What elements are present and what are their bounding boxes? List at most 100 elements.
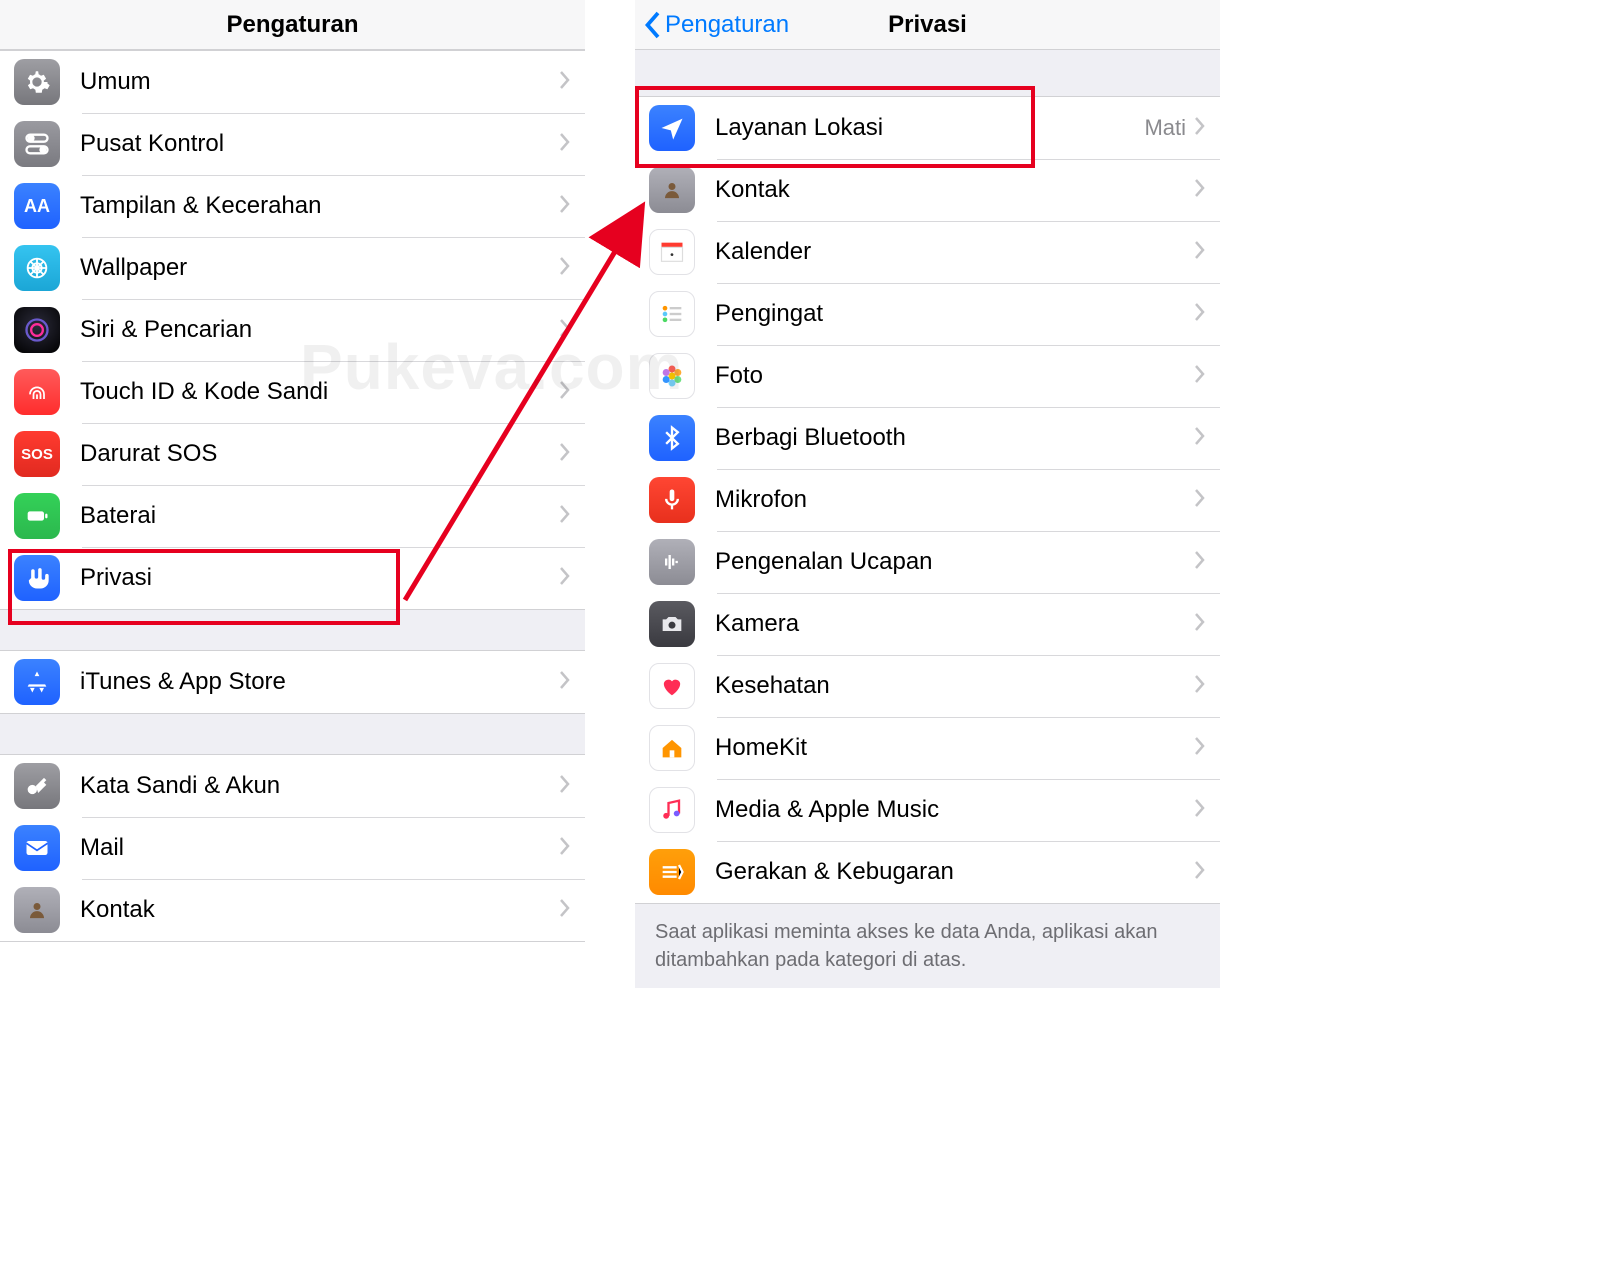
row-label: Baterai — [80, 502, 559, 530]
reminders-icon — [649, 291, 695, 337]
pane-gap — [585, 0, 635, 1287]
svg-text:•: • — [670, 249, 674, 261]
battery-icon — [14, 493, 60, 539]
chevron-right-icon — [1194, 550, 1206, 575]
mail-icon — [14, 825, 60, 871]
row-label: Touch ID & Kode Sandi — [80, 378, 559, 406]
row-touchid[interactable]: Touch ID & Kode Sandi — [0, 361, 585, 423]
settings-group-3: Kata Sandi & Akun Mail Kontak — [0, 754, 585, 942]
row-kontak-left[interactable]: Kontak — [0, 879, 585, 941]
row-label: Siri & Pencarian — [80, 316, 559, 344]
group-spacer — [635, 50, 1220, 96]
group-spacer — [0, 714, 585, 754]
row-wallpaper[interactable]: Wallpaper — [0, 237, 585, 299]
chevron-right-icon — [1194, 302, 1206, 327]
group-spacer — [0, 610, 585, 650]
gear-icon — [14, 59, 60, 105]
row-label: Tampilan & Kecerahan — [80, 192, 559, 220]
row-kalender[interactable]: • Kalender — [635, 221, 1220, 283]
row-itunes[interactable]: iTunes & App Store — [0, 651, 585, 713]
chevron-right-icon — [1194, 426, 1206, 451]
row-label: Kontak — [80, 896, 559, 924]
row-mail[interactable]: Mail — [0, 817, 585, 879]
row-foto[interactable]: Foto — [635, 345, 1220, 407]
chevron-right-icon — [1194, 860, 1206, 885]
row-sandi[interactable]: Kata Sandi & Akun — [0, 755, 585, 817]
chevron-right-icon — [559, 670, 571, 695]
chevron-right-icon — [559, 318, 571, 343]
text-size-icon: AA — [14, 183, 60, 229]
chevron-right-icon — [559, 256, 571, 281]
row-sos[interactable]: SOS Darurat SOS — [0, 423, 585, 485]
chevron-right-icon — [1194, 116, 1206, 141]
row-label: Wallpaper — [80, 254, 559, 282]
hand-icon — [14, 555, 60, 601]
left-title: Pengaturan — [226, 11, 358, 39]
row-label: Privasi — [80, 564, 559, 592]
chevron-right-icon — [1194, 612, 1206, 637]
music-icon — [649, 787, 695, 833]
sos-icon: SOS — [14, 431, 60, 477]
row-mikrofon[interactable]: Mikrofon — [635, 469, 1220, 531]
chevron-right-icon — [1194, 364, 1206, 389]
back-label: Pengaturan — [665, 11, 789, 39]
row-bluetooth[interactable]: Berbagi Bluetooth — [635, 407, 1220, 469]
row-label: Mikrofon — [715, 486, 1194, 514]
chevron-right-icon — [1194, 736, 1206, 761]
row-value: Mati — [1144, 115, 1186, 141]
row-siri[interactable]: Siri & Pencarian — [0, 299, 585, 361]
key-icon — [14, 763, 60, 809]
row-gerakan[interactable]: Gerakan & Kebugaran — [635, 841, 1220, 903]
siri-icon — [14, 307, 60, 353]
calendar-icon: • — [649, 229, 695, 275]
row-tampilan[interactable]: AA Tampilan & Kecerahan — [0, 175, 585, 237]
row-label: Pengenalan Ucapan — [715, 548, 1194, 576]
waveform-icon — [649, 539, 695, 585]
row-label: Media & Apple Music — [715, 796, 1194, 824]
row-ucapan[interactable]: Pengenalan Ucapan — [635, 531, 1220, 593]
chevron-right-icon — [1194, 240, 1206, 265]
chevron-right-icon — [559, 898, 571, 923]
contacts-icon — [649, 167, 695, 213]
row-kontak[interactable]: Kontak — [635, 159, 1220, 221]
row-umum[interactable]: Umum — [0, 51, 585, 113]
chevron-right-icon — [559, 380, 571, 405]
row-kamera[interactable]: Kamera — [635, 593, 1220, 655]
row-label: Layanan Lokasi — [715, 114, 1144, 142]
privacy-footer-note: Saat aplikasi meminta akses ke data Anda… — [635, 904, 1220, 988]
chevron-right-icon — [559, 566, 571, 591]
chevron-right-icon — [1194, 488, 1206, 513]
back-button[interactable]: Pengaturan — [643, 0, 789, 50]
chevron-right-icon — [559, 194, 571, 219]
row-kesehatan[interactable]: Kesehatan — [635, 655, 1220, 717]
settings-group-1: Umum Pusat Kontrol AA Tampilan & Kecerah… — [0, 50, 585, 610]
chevron-right-icon — [1194, 798, 1206, 823]
row-label: Berbagi Bluetooth — [715, 424, 1194, 452]
row-baterai[interactable]: Baterai — [0, 485, 585, 547]
row-media[interactable]: Media & Apple Music — [635, 779, 1220, 841]
row-label: HomeKit — [715, 734, 1194, 762]
location-icon — [649, 105, 695, 151]
privacy-group: Layanan Lokasi Mati Kontak • Kalender — [635, 96, 1220, 904]
fingerprint-icon — [14, 369, 60, 415]
chevron-right-icon — [559, 774, 571, 799]
row-pengingat[interactable]: Pengingat — [635, 283, 1220, 345]
chevron-right-icon — [559, 836, 571, 861]
row-label: iTunes & App Store — [80, 668, 559, 696]
motion-icon — [649, 849, 695, 895]
chevron-right-icon — [559, 442, 571, 467]
row-pusat-kontrol[interactable]: Pusat Kontrol — [0, 113, 585, 175]
row-label: Kontak — [715, 176, 1194, 204]
chevron-right-icon — [559, 504, 571, 529]
right-title: Privasi — [888, 11, 967, 39]
row-privasi[interactable]: Privasi — [0, 547, 585, 609]
row-homekit[interactable]: HomeKit — [635, 717, 1220, 779]
settings-pane: Pengaturan Umum Pusat Kontrol AA Tampil — [0, 0, 585, 1287]
chevron-right-icon — [559, 132, 571, 157]
privacy-pane: Pengaturan Privasi Layanan Lokasi Mati K… — [635, 0, 1220, 1287]
bluetooth-icon — [649, 415, 695, 461]
chevron-right-icon — [1194, 178, 1206, 203]
row-label: Darurat SOS — [80, 440, 559, 468]
row-lokasi[interactable]: Layanan Lokasi Mati — [635, 97, 1220, 159]
wallpaper-icon — [14, 245, 60, 291]
